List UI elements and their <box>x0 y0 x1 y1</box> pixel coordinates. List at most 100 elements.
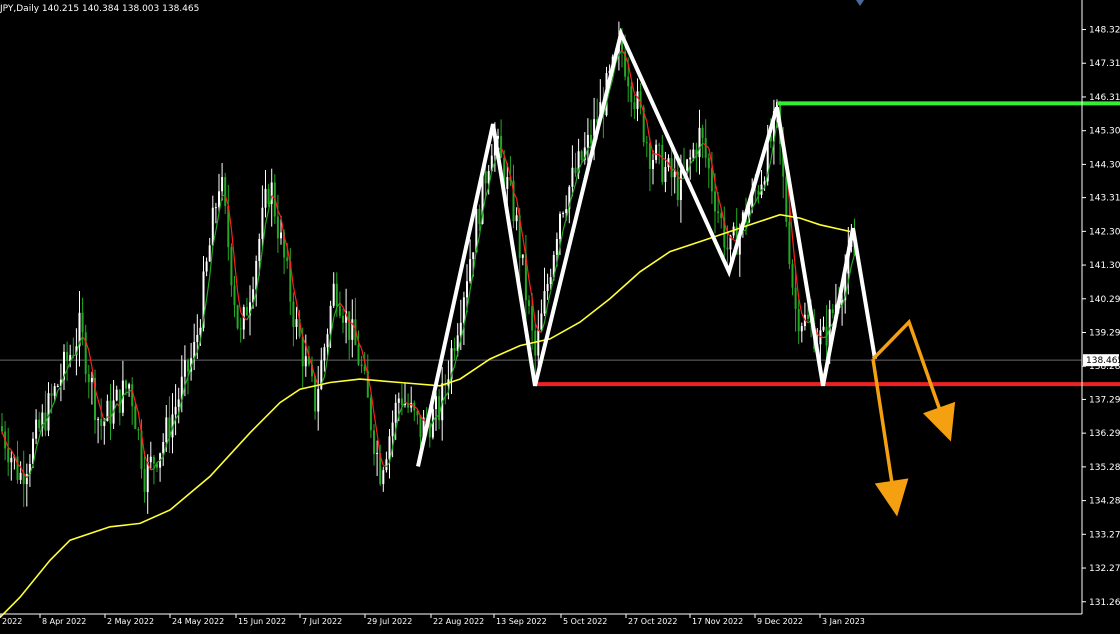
candle-body <box>661 145 663 182</box>
time-tick-label: 24 May 2022 <box>172 617 224 626</box>
projection-arrow-line <box>873 359 893 490</box>
candle-body <box>376 453 378 454</box>
candle-body <box>286 258 288 262</box>
projection-wedge-line <box>873 322 942 416</box>
chart-canvas[interactable]: 148.320147.315146.310145.305144.300143.3… <box>0 0 1120 630</box>
candle-body <box>680 170 682 200</box>
time-tick-label: 13 Sep 2022 <box>496 617 547 626</box>
candle-body <box>537 330 539 356</box>
candle-body <box>547 284 549 291</box>
candle-body <box>798 309 800 331</box>
time-tick-label: 2022 <box>2 617 22 626</box>
candle-body <box>472 252 474 259</box>
candle-body <box>823 327 825 331</box>
candle-body <box>206 261 208 271</box>
candle-body <box>240 328 242 329</box>
pattern-drawings <box>418 34 955 517</box>
price-chart[interactable]: 148.320147.315146.310145.305144.300143.3… <box>0 0 1120 630</box>
candle-body <box>66 352 68 361</box>
candle-body <box>637 91 639 109</box>
candle-body <box>587 135 589 148</box>
time-tick-label: 17 Nov 2022 <box>692 617 743 626</box>
candle-body <box>348 311 350 340</box>
candle-body <box>137 429 139 430</box>
time-tick-label: 27 Oct 2022 <box>628 617 677 626</box>
fast-ma-segment <box>89 350 92 366</box>
candle-body <box>571 168 573 187</box>
candle-body <box>559 214 561 239</box>
candle-body <box>221 177 223 191</box>
candle-body <box>144 469 146 492</box>
candle-body <box>788 222 790 264</box>
candle-body <box>336 284 338 306</box>
candle-body <box>296 319 298 327</box>
candle-body <box>540 313 542 329</box>
candle-body <box>633 102 635 109</box>
candle-body <box>528 300 530 306</box>
candle-body <box>150 457 152 462</box>
candle-body <box>162 442 164 453</box>
candle-body <box>575 168 577 174</box>
candle-body <box>261 208 263 239</box>
candle-body <box>516 215 518 221</box>
fast-ma-segment <box>820 337 823 338</box>
candle-body <box>178 399 180 406</box>
candle-body <box>705 138 707 158</box>
candle-body <box>26 474 28 484</box>
candle-body <box>389 436 391 459</box>
candle-body <box>48 393 50 430</box>
candle-body <box>556 239 558 255</box>
price-tick-label: 146.310 <box>1089 93 1120 103</box>
candle-body <box>466 281 468 297</box>
time-tick-label: 7 Jul 2022 <box>302 617 342 626</box>
moving-average-series <box>0 50 855 617</box>
candle-body <box>658 145 660 146</box>
candle-body <box>82 313 84 333</box>
candle-body <box>630 86 632 102</box>
candle-body <box>699 128 701 157</box>
time-tick-label: 8 Apr 2022 <box>42 617 86 626</box>
candle-body <box>382 470 384 484</box>
candle-body <box>485 171 487 183</box>
price-tick-label: 137.295 <box>1089 395 1120 405</box>
candle-body <box>621 41 623 52</box>
candle-body <box>792 264 794 288</box>
price-tick-label: 142.305 <box>1089 227 1120 237</box>
candle-body <box>370 398 372 431</box>
candle-body <box>110 401 112 424</box>
candle-body <box>218 191 220 207</box>
candle-body <box>398 398 400 402</box>
candle-body <box>7 448 9 462</box>
candle-body <box>686 159 688 170</box>
candle-body <box>91 378 93 382</box>
candle-body <box>134 406 136 429</box>
fast-ma-segment <box>851 255 854 266</box>
candle-body <box>832 309 834 313</box>
candle-body <box>57 386 59 387</box>
price-tick-label: 145.305 <box>1089 127 1120 137</box>
candle-body <box>116 390 118 401</box>
chart-shift-icon[interactable] <box>856 0 864 6</box>
candle-body <box>550 277 552 284</box>
candle-body <box>478 209 480 224</box>
candle-body <box>153 457 155 464</box>
candle-body <box>234 285 236 305</box>
time-tick-label: 29 Jul 2022 <box>367 617 412 626</box>
candle-body <box>664 167 666 182</box>
ticker-info: JPY,Daily 140.215 140.384 138.003 138.46… <box>0 4 199 14</box>
candle-body <box>646 142 648 143</box>
candle-body <box>717 211 719 213</box>
candle-body <box>351 319 353 340</box>
candle-body <box>51 393 53 396</box>
candle-body <box>500 136 502 158</box>
price-tick-label: 147.315 <box>1089 59 1120 69</box>
candle-body <box>373 430 375 454</box>
candle-body <box>420 415 422 437</box>
candle-body <box>726 248 728 250</box>
candle-body <box>187 360 189 371</box>
time-tick-label: 22 Aug 2022 <box>433 617 484 626</box>
candle-body <box>147 462 149 492</box>
candle-body <box>237 305 239 328</box>
current-price-label: 138.465 <box>1086 356 1120 366</box>
candle-body <box>317 389 319 412</box>
